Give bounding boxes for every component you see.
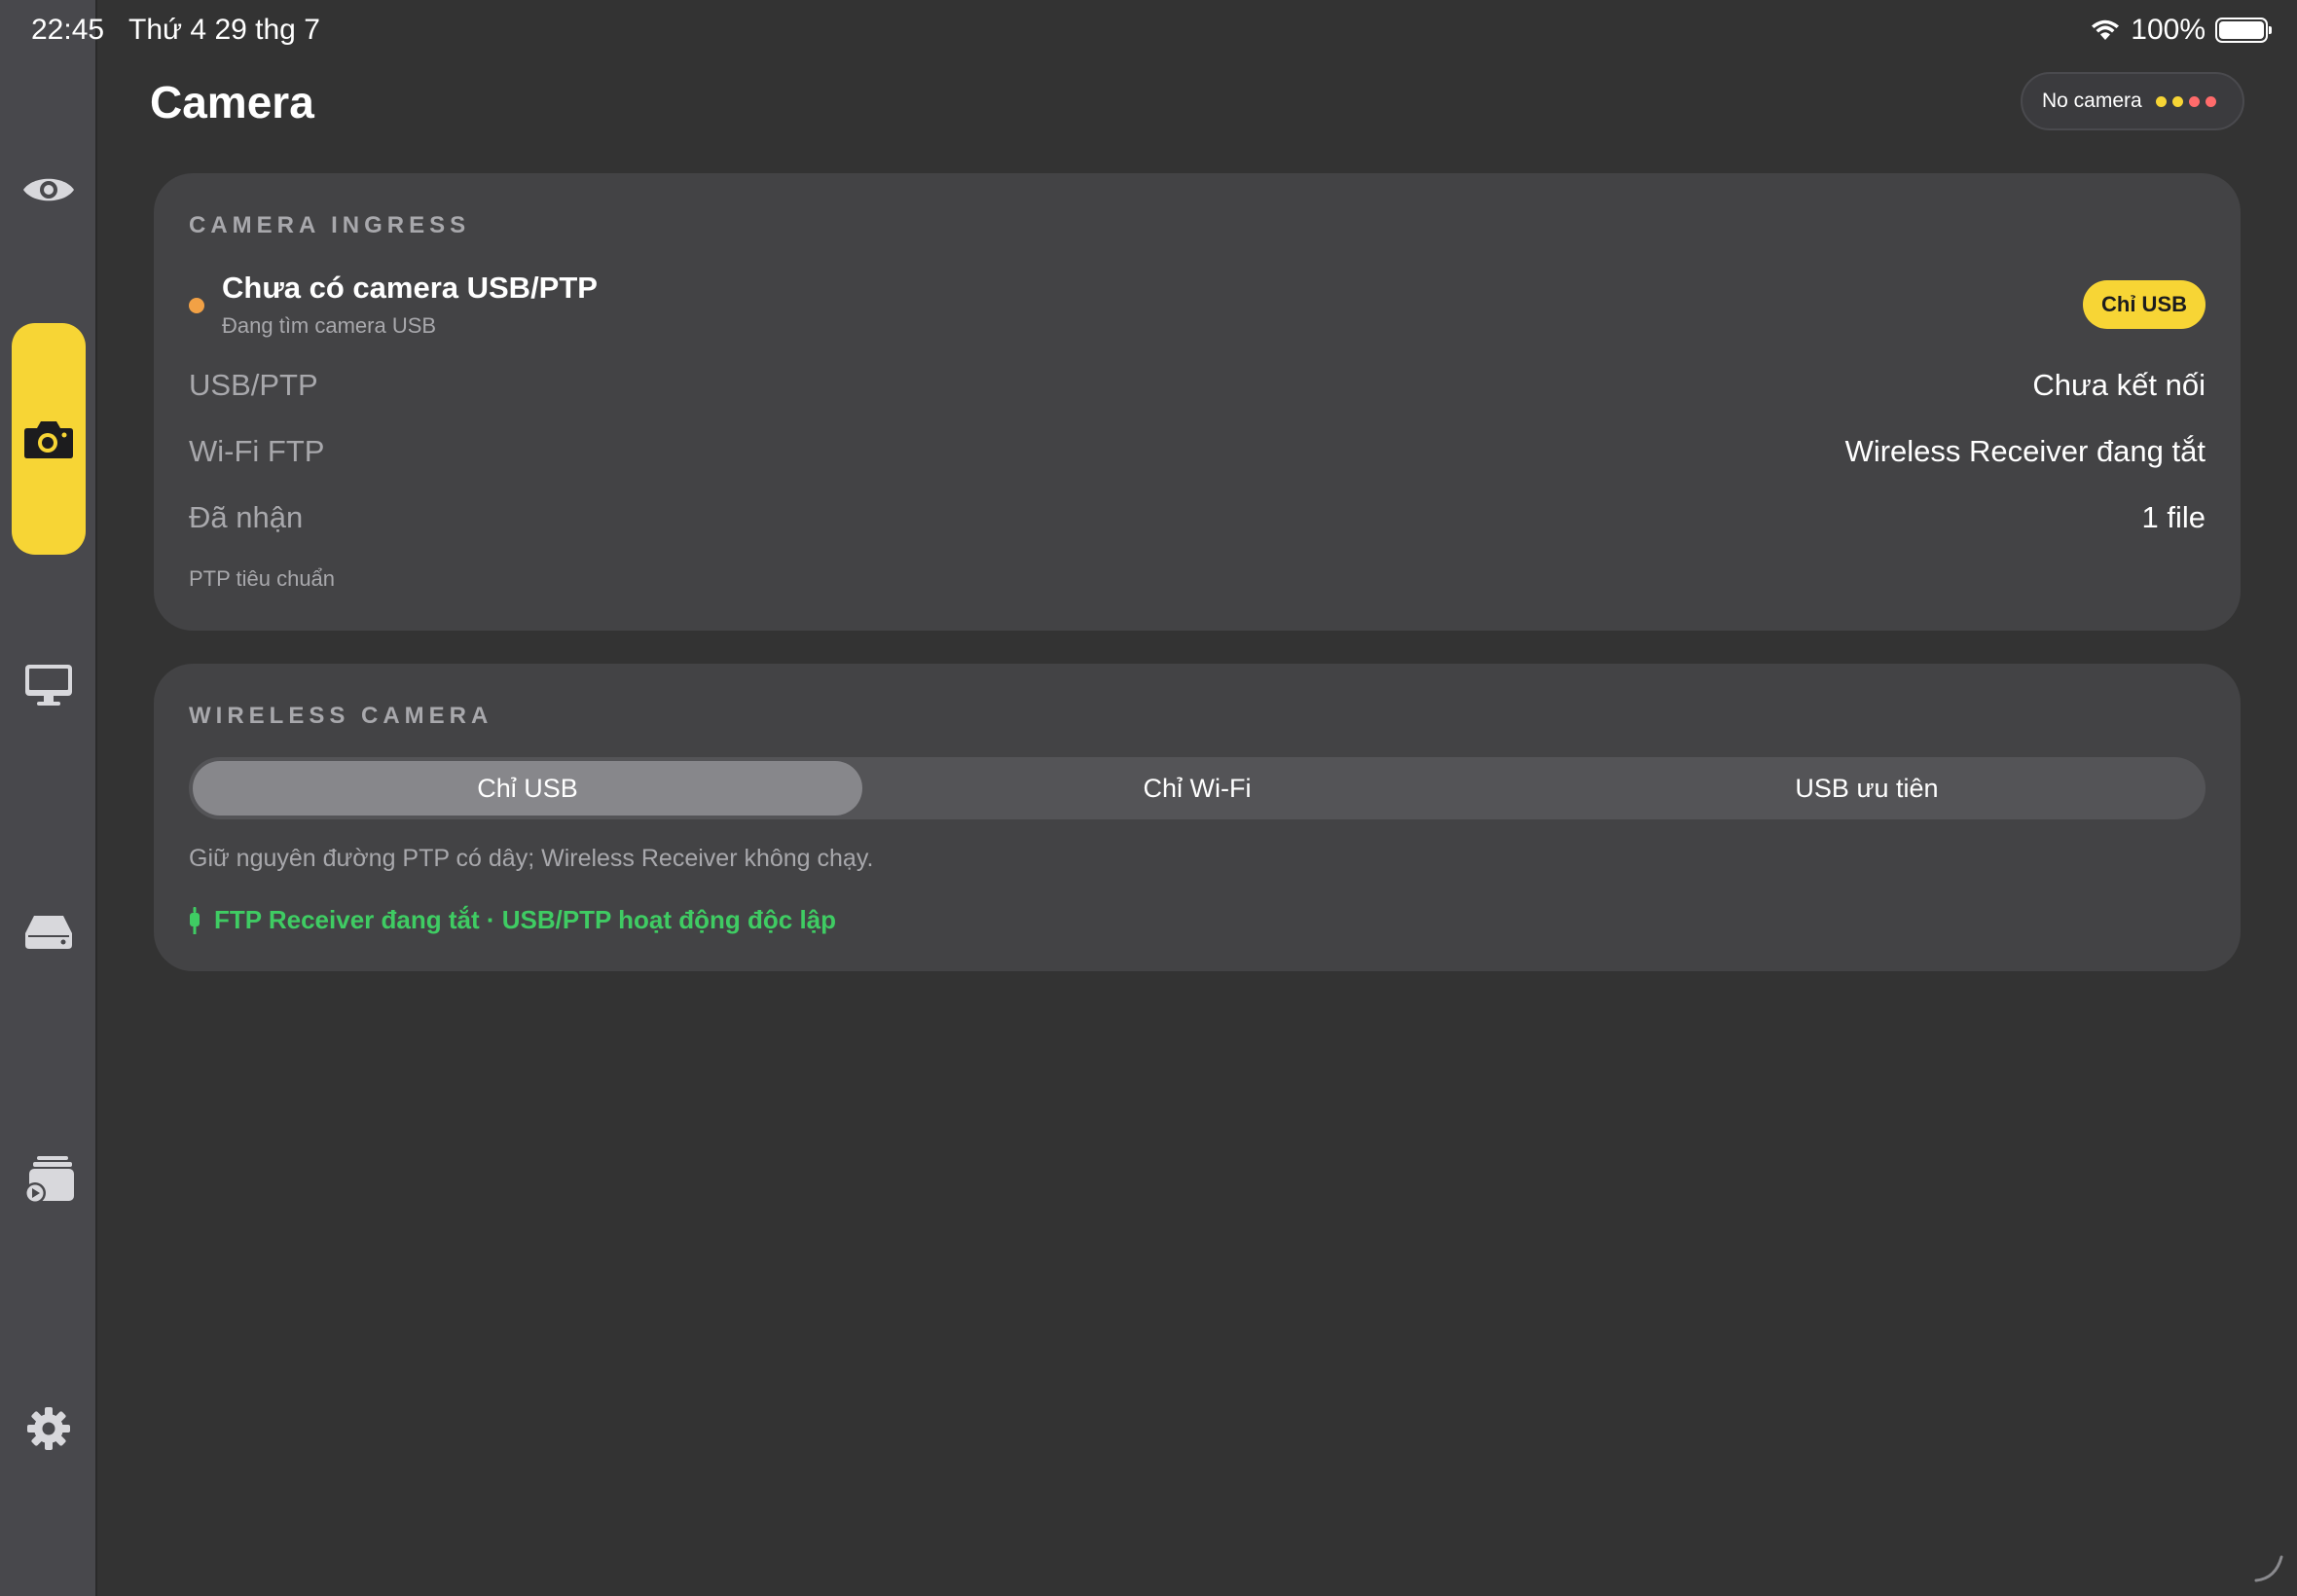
eye-icon (23, 178, 74, 201)
status-dot (2171, 95, 2183, 107)
connection-mode-control: Chỉ USB Chỉ Wi-Fi USB ưu tiên (189, 757, 2206, 819)
section-title: WIRELESS CAMERA (189, 703, 493, 729)
sidebar (0, 0, 97, 1596)
status-dot (2188, 95, 2200, 107)
usb-ptp-value: Chưa kết nối (2032, 368, 2206, 402)
mode-description: Giữ nguyên đường PTP có dây; Wireless Re… (189, 845, 874, 872)
ingress-status-subtitle: Đang tìm camera USB (222, 313, 437, 338)
app-screen: 22:45 Thứ 4 29 thg 7 100% Camera No came… (0, 0, 2297, 1596)
received-label: Đã nhận (189, 500, 304, 534)
status-dot (2205, 95, 2216, 107)
status-date: Thứ 4 29 thg 7 (128, 14, 320, 46)
section-title: CAMERA INGRESS (189, 212, 471, 238)
sidebar-item-camera[interactable] (12, 323, 86, 555)
camera-status-pill[interactable]: No camera (2021, 72, 2244, 130)
monitor-icon (25, 665, 72, 706)
wifi-icon (2092, 19, 2120, 40)
battery-icon (2215, 18, 2272, 43)
ptp-mode-note: PTP tiêu chuẩn (189, 566, 336, 591)
sidebar-item-preview[interactable] (12, 151, 86, 229)
camera-icon (24, 421, 73, 458)
usb-ptp-label: USB/PTP (189, 368, 318, 402)
status-dots (2155, 95, 2216, 107)
gear-icon (27, 1407, 70, 1450)
wifi-ftp-value: Wireless Receiver đang tắt (1844, 434, 2206, 468)
plug-icon (190, 906, 200, 934)
status-time: 22:45 (31, 14, 105, 46)
sidebar-item-settings[interactable] (12, 1390, 86, 1468)
usb-only-badge: Chỉ USB (2083, 280, 2206, 329)
battery-level (2219, 21, 2264, 39)
battery-percentage: 100% (2131, 14, 2206, 46)
segment-usb-only[interactable]: Chỉ USB (193, 761, 862, 816)
sidebar-item-storage[interactable] (12, 893, 86, 971)
resize-handle-icon (2254, 1555, 2283, 1582)
status-dot (2155, 95, 2167, 107)
wireless-camera-card: WIRELESS CAMERA Chỉ USB Chỉ Wi-Fi USB ưu… (154, 664, 2241, 971)
segment-usb-preferred[interactable]: USB ưu tiên (1532, 761, 2202, 816)
sidebar-item-media[interactable] (12, 1141, 86, 1218)
ftp-status-text: FTP Receiver đang tắt · USB/PTP hoạt độn… (214, 905, 837, 934)
sidebar-item-display[interactable] (12, 646, 86, 724)
status-indicators: 100% (2090, 14, 2272, 47)
camera-ingress-card: CAMERA INGRESS Chưa có camera USB/PTP Đa… (154, 173, 2241, 631)
drive-icon (25, 916, 72, 949)
received-value: 1 file (2141, 500, 2206, 534)
ftp-status-line: FTP Receiver đang tắt · USB/PTP hoạt độn… (189, 905, 836, 935)
media-stack-icon (24, 1156, 74, 1204)
ingress-status-title: Chưa có camera USB/PTP (222, 271, 598, 305)
camera-status-label: No camera (2042, 90, 2142, 112)
ingress-status-dot (189, 298, 204, 313)
segment-wifi-only[interactable]: Chỉ Wi-Fi (862, 761, 1532, 816)
wifi-ftp-label: Wi-Fi FTP (189, 434, 325, 468)
page-title: Camera (150, 77, 314, 127)
